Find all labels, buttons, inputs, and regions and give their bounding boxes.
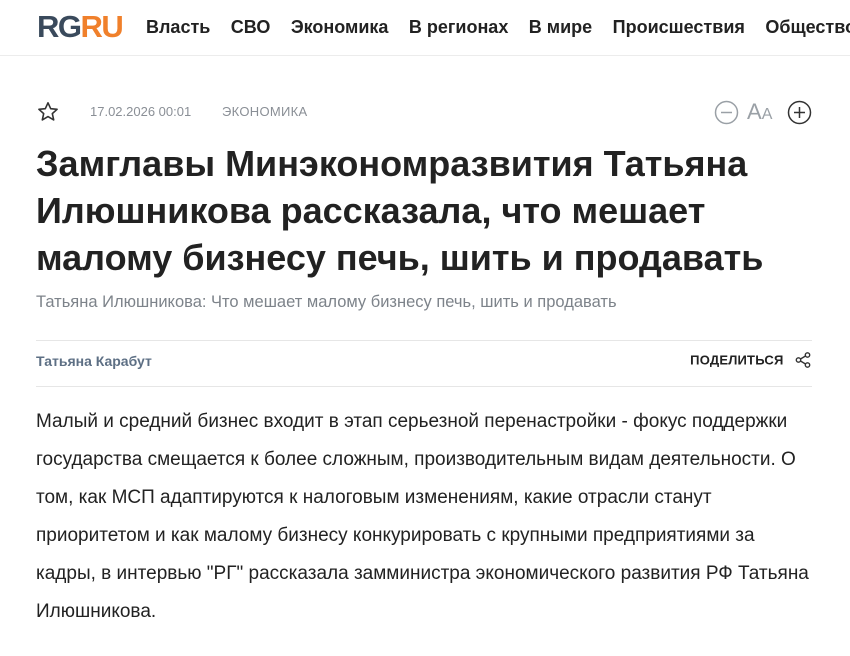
rubric-link[interactable]: ЭКОНОМИКА bbox=[222, 104, 308, 119]
publish-date: 17.02.2026 00:01 bbox=[90, 104, 192, 119]
nav-item-obshchestvo[interactable]: Общество bbox=[765, 16, 850, 38]
nav-item-svo[interactable]: СВО bbox=[231, 16, 271, 38]
plus-circle-icon[interactable] bbox=[787, 100, 812, 125]
article-meta: 17.02.2026 00:01 ЭКОНОМИКА AA bbox=[36, 98, 812, 126]
article-lead: Малый и средний бизнес входит в этап сер… bbox=[36, 411, 809, 622]
article-subtitle: Татьяна Илюшникова: Что мешает малому би… bbox=[36, 293, 617, 311]
author-link[interactable]: Татьяна Карабут bbox=[36, 353, 152, 369]
site-header: RGRU Власть СВО Экономика В регионах В м… bbox=[0, 0, 850, 56]
star-outline-icon[interactable] bbox=[36, 100, 60, 124]
divider bbox=[36, 340, 812, 341]
nav-item-vlast[interactable]: Власть bbox=[146, 16, 210, 38]
nav-item-ekonomika[interactable]: Экономика bbox=[291, 16, 389, 38]
font-size-label-small: A bbox=[761, 106, 773, 123]
nav-item-proisshestviya[interactable]: Происшествия bbox=[613, 16, 745, 38]
article-title: Замглавы Минэкономразвития Татьяна Илюшн… bbox=[36, 143, 764, 278]
font-size-control: AA bbox=[714, 99, 812, 125]
font-size-label: AA bbox=[747, 100, 772, 127]
logo-ru: RU bbox=[80, 9, 124, 44]
logo-rg: RG bbox=[37, 9, 82, 44]
main-nav: Власть СВО Экономика В регионах В мире П… bbox=[146, 16, 850, 38]
share-label: ПОДЕЛИТЬСЯ bbox=[690, 352, 784, 368]
nav-item-v-regionah[interactable]: В регионах bbox=[409, 16, 508, 38]
font-size-label-large: A bbox=[747, 99, 762, 124]
divider bbox=[36, 386, 812, 387]
share-button[interactable]: ПОДЕЛИТЬСЯ bbox=[690, 351, 812, 373]
site-logo[interactable]: RGRU bbox=[37, 9, 124, 44]
nav-item-v-mire[interactable]: В мире bbox=[529, 16, 592, 38]
minus-circle-icon[interactable] bbox=[714, 100, 739, 125]
share-icon bbox=[795, 352, 811, 368]
